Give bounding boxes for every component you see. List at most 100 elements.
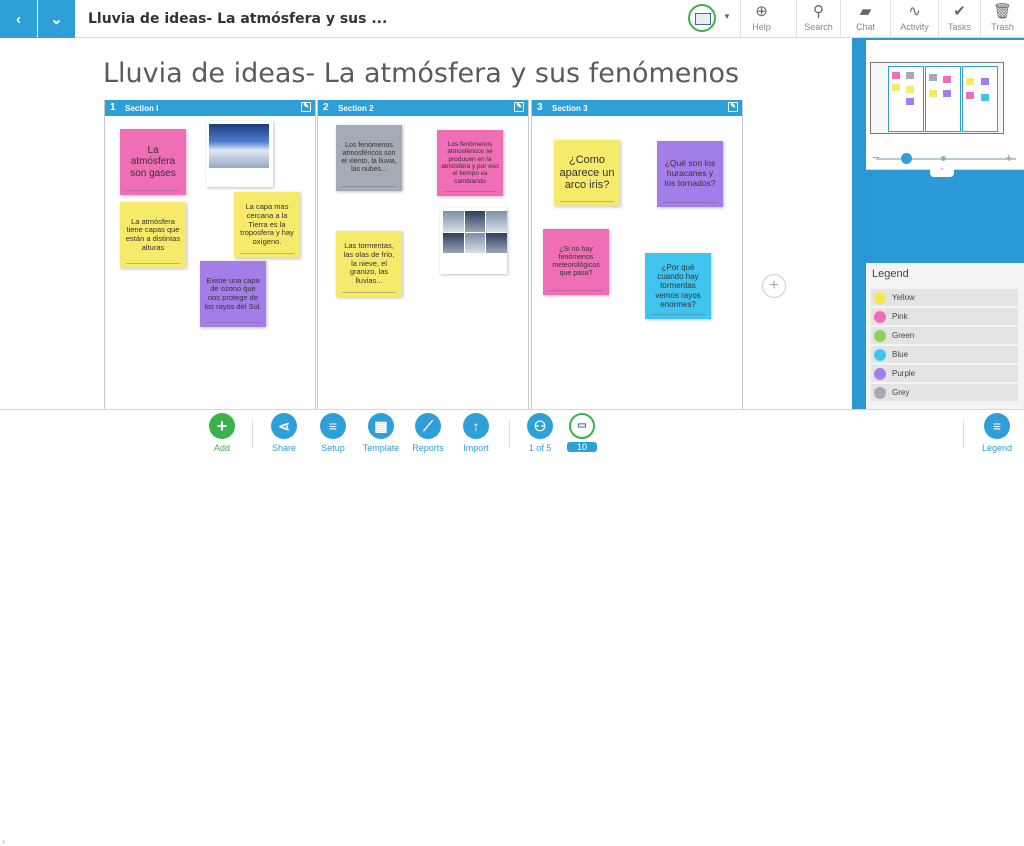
reports-icon: ⟋	[415, 413, 441, 439]
chat-button[interactable]: ▰ Chat	[840, 0, 890, 38]
sticky-note[interactable]: La atmósfera son gases	[120, 129, 186, 195]
chevron-left-icon: ‹	[16, 10, 21, 28]
mini-note	[981, 94, 989, 101]
note-text: ¿Si no hay fenómenos meteorológicos que …	[552, 245, 600, 278]
add-button[interactable]: + Add	[197, 413, 247, 453]
views-button[interactable]: ▭ 10	[557, 413, 607, 452]
legend-item-purple[interactable]: Purple	[871, 365, 1018, 382]
mini-note	[966, 78, 974, 85]
plus-icon: +	[209, 413, 235, 439]
sticky-note[interactable]: La capa mas cercana a la Tierra es la tr…	[234, 192, 300, 258]
help-icon: ⊕	[755, 3, 768, 20]
views-icon: ▭	[569, 413, 595, 439]
collapse-map-button[interactable]: ⌃	[930, 167, 954, 177]
tasks-icon: ✔	[953, 3, 966, 20]
legend-label: Green	[892, 331, 915, 340]
legend-title: Legend	[872, 268, 909, 280]
sticky-note[interactable]: Las tormentas, las olas de frío, la niev…	[336, 231, 402, 297]
legend-panel: Legend Yellow Pink Green Blue Purple Gre…	[866, 263, 1024, 409]
divider	[509, 420, 510, 448]
zoom-default-marker	[941, 156, 946, 161]
setup-button[interactable]: ≡ Setup	[308, 413, 358, 453]
sticky-note[interactable]: ¿Por qué cuando hay tormentas vemos rayo…	[645, 253, 711, 319]
search-label: Search	[804, 22, 833, 32]
section-header[interactable]: 2 Section 2 ✎	[318, 100, 528, 116]
search-icon: ⚲	[813, 3, 824, 20]
reports-button[interactable]: ⟋ Reports	[403, 413, 453, 453]
sticky-note[interactable]: La atmósfera tiene capas que están a dis…	[120, 202, 186, 268]
sticky-note[interactable]: Los fenómenos atmosféricos son el viento…	[336, 125, 402, 191]
note-text: ¿Por qué cuando hay tormentas vemos rayo…	[655, 263, 701, 309]
sticky-note[interactable]: ¿Como aparece un arco iris?	[554, 140, 620, 206]
section-title: Section I	[125, 104, 159, 113]
template-button[interactable]: ▦ Template	[356, 413, 406, 453]
zoom-slider[interactable]	[876, 158, 1016, 160]
section-header[interactable]: 3 Section 3 ✎	[532, 100, 742, 116]
mini-note	[906, 72, 914, 79]
note-text: La capa mas cercana a la Tierra es la tr…	[240, 202, 294, 246]
note-text: Los fenómenos atmosféricos son el viento…	[341, 141, 397, 174]
back-button[interactable]: ‹	[0, 0, 37, 38]
color-swatch	[874, 329, 886, 342]
legend-button[interactable]: ≡ Legend	[972, 413, 1022, 453]
help-button[interactable]: ⊕ Help	[740, 0, 782, 38]
note-text: Las tormentas, las olas de frío, la niev…	[343, 241, 395, 285]
color-swatch	[874, 367, 886, 380]
chat-icon: ▰	[859, 3, 872, 20]
sticky-note[interactable]: ¿Qué son los huracanes y los tornados?	[657, 141, 723, 207]
color-swatch	[874, 310, 886, 323]
views-count: 10	[567, 442, 597, 452]
divider	[963, 420, 964, 448]
edit-icon[interactable]: ✎	[728, 102, 738, 112]
expand-left-icon[interactable]: ›	[2, 836, 5, 846]
top-bar: ‹ ⌄ Lluvia de ideas- La atmósfera y sus …	[0, 0, 1024, 38]
activity-button[interactable]: ∿ Activity	[890, 0, 938, 38]
help-label: Help	[752, 22, 771, 32]
color-swatch	[874, 386, 886, 399]
legend-icon: ≡	[984, 413, 1010, 439]
tasks-button[interactable]: ✔ Tasks	[938, 0, 980, 38]
note-text: La atmósfera son gases	[130, 144, 176, 179]
add-section-button[interactable]: +	[762, 274, 786, 298]
edit-icon[interactable]: ✎	[301, 102, 311, 112]
mini-note	[892, 72, 900, 79]
import-button[interactable]: ↑ Import	[451, 413, 501, 453]
mini-map-section	[962, 66, 998, 132]
legend-item-blue[interactable]: Blue	[871, 346, 1018, 363]
legend-item-grey[interactable]: Grey	[871, 384, 1018, 401]
legend-item-pink[interactable]: Pink	[871, 308, 1018, 325]
legend-item-yellow[interactable]: Yellow	[871, 289, 1018, 306]
image-note[interactable]	[206, 121, 273, 187]
legend-item-green[interactable]: Green	[871, 327, 1018, 344]
user-icon: ⚇	[527, 413, 553, 439]
note-text: ¿Como aparece un arco iris?	[559, 154, 615, 192]
board-menu-button[interactable]: ⌄	[38, 0, 75, 38]
sticky-note[interactable]: ¿Si no hay fenómenos meteorológicos que …	[543, 229, 609, 295]
reports-label: Reports	[412, 443, 444, 453]
zoom-slider-handle[interactable]	[901, 153, 912, 164]
color-swatch	[874, 291, 886, 304]
legend-label: Grey	[892, 388, 910, 397]
note-text: Los fenómenos atmosféricos se producen e…	[441, 140, 499, 185]
board-view-button[interactable]	[688, 4, 716, 32]
trash-icon: 🗑	[992, 3, 1013, 20]
activity-label: Activity	[900, 22, 929, 32]
section-number: 1	[110, 102, 116, 113]
image-note[interactable]	[440, 208, 507, 274]
caret-down-icon[interactable]: ▼	[723, 12, 731, 21]
edit-icon[interactable]: ✎	[514, 102, 524, 112]
section-header[interactable]: 1 Section I ✎	[105, 100, 315, 116]
note-text: Existe una capa de ozono que nos protege…	[204, 275, 262, 311]
legend-label: Yellow	[892, 293, 915, 302]
sticky-note[interactable]: Los fenómenos atmosféricos se producen e…	[437, 130, 503, 196]
add-label: Add	[213, 443, 230, 453]
share-button[interactable]: ⋖ Share	[259, 413, 309, 453]
template-icon: ▦	[368, 413, 394, 439]
sticky-note[interactable]: Existe una capa de ozono que nos protege…	[200, 261, 266, 327]
trash-button[interactable]: 🗑 Trash	[980, 0, 1024, 38]
mini-note	[966, 92, 974, 99]
search-button[interactable]: ⚲ Search	[796, 0, 840, 38]
zoom-in-button[interactable]: +	[1005, 150, 1013, 165]
bottom-toolbar: › + Add ⋖ Share ≡ Setup ▦ Template ⟋ Reports …	[0, 409, 1024, 846]
section-title: Section 3	[552, 104, 588, 113]
